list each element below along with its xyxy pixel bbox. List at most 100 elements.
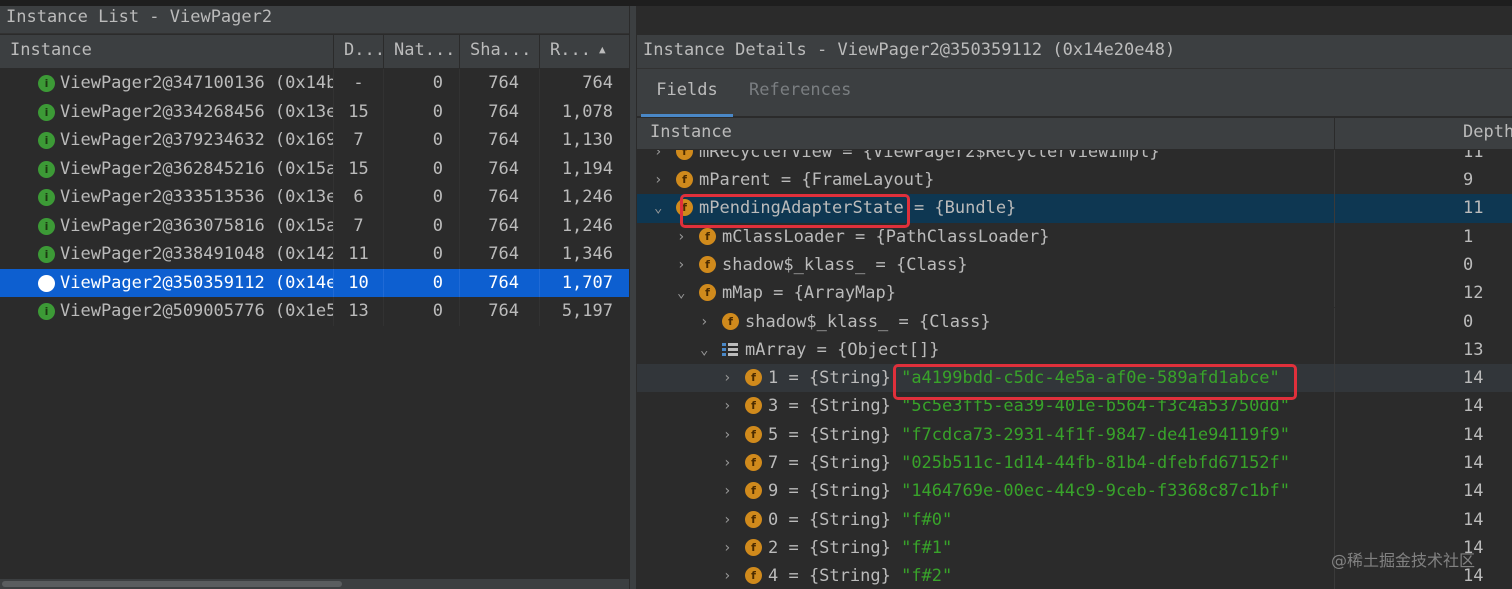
field-label: 2 = {String} <box>768 537 891 558</box>
chevron-down-icon[interactable]: ⌄ <box>700 336 708 364</box>
tree-row[interactable]: › f mRecyclerView = {ViewPager2$RecyclerVi… <box>637 150 1512 167</box>
instance-cell: i ViewPager2@350359112 (0x14e <box>0 268 334 297</box>
table-row[interactable]: i ViewPager2@334268456 (0x13e 15 0 764 1,078 <box>0 97 629 126</box>
table-row[interactable]: i ViewPager2@347100136 (0x14b -0 764 764 <box>0 69 629 98</box>
instance-cell: i ViewPager2@379234632 (0x169 <box>0 126 334 155</box>
depth-value: 0 <box>1463 311 1474 332</box>
table-row[interactable]: i ViewPager2@350359112 (0x14e 10 0 764 1,707 <box>0 268 629 297</box>
chevron-right-icon[interactable]: › <box>723 364 731 392</box>
depth-value: 14 <box>1463 424 1484 445</box>
column-native-size[interactable]: Nat... <box>384 35 460 69</box>
watermark: @稀土掘金技术社区 <box>1331 551 1476 570</box>
instance-name: ViewPager2@350359112 (0x14e <box>60 272 334 293</box>
tree-row[interactable]: ⌄ mArray = {Object[]} 13 <box>637 335 1512 365</box>
tab-references[interactable]: References <box>749 69 853 117</box>
tree-row[interactable]: › f shadow$_klass_ = {Class} 0 <box>637 250 1512 280</box>
column-separator <box>1334 449 1335 478</box>
instance-icon: i <box>38 189 55 206</box>
tree-row[interactable]: › f 5 = {String} "f7cdca73-2931-4f1f-9847-… <box>637 420 1512 449</box>
depth-cell: - <box>334 69 384 98</box>
tree-row[interactable]: › f shadow$_klass_ = {Class} 0 <box>637 307 1512 336</box>
chevron-right-icon[interactable]: › <box>654 150 662 166</box>
field-text: 2 = {String} "f#1" <box>768 534 952 562</box>
field-label: 1 = {String} <box>768 368 891 389</box>
field-label: 4 = {String} <box>768 566 891 587</box>
field-text: mRecyclerView = {ViewPager2$RecyclerView… <box>699 150 1160 166</box>
table-row[interactable]: i ViewPager2@333513536 (0x13e 6 0 764 1,246 <box>0 183 629 212</box>
instance-name: ViewPager2@379234632 (0x169 <box>60 130 334 150</box>
chevron-right-icon[interactable]: › <box>723 392 731 420</box>
horizontal-scrollbar[interactable] <box>0 579 629 589</box>
column-instance[interactable]: Instance <box>650 118 732 146</box>
chevron-right-icon[interactable]: › <box>677 251 685 279</box>
details-tabs: Fields References <box>637 69 1512 117</box>
field-icon: f <box>745 538 762 556</box>
tree-row[interactable]: ⌄ f mMap = {ArrayMap} 12 <box>637 279 1512 308</box>
column-retained-size[interactable]: R... ▲ <box>540 35 629 69</box>
field-icon: f <box>745 369 762 387</box>
tree-row[interactable]: › f 7 = {String} "025b511c-1d14-44fb-81b4-… <box>637 449 1512 478</box>
chevron-right-icon[interactable]: › <box>723 506 731 534</box>
chevron-right-icon[interactable]: › <box>700 308 708 336</box>
scrollbar-thumb[interactable] <box>2 581 342 587</box>
chevron-down-icon[interactable]: ⌄ <box>654 194 662 222</box>
shallow-size-cell: 764 <box>460 97 540 126</box>
table-row[interactable]: i ViewPager2@509005776 (0x1e5 13 0 764 5,197 <box>0 297 629 326</box>
depth-value: 14 <box>1463 509 1484 530</box>
table-row[interactable]: i ViewPager2@362845216 (0x15a 15 0 764 1,194 <box>0 154 629 183</box>
column-separator <box>1334 392 1335 421</box>
field-icon: f <box>699 284 716 302</box>
chevron-right-icon[interactable]: › <box>723 477 731 505</box>
instance-icon: i <box>38 246 55 263</box>
instance-icon: i <box>38 274 55 292</box>
field-icon: f <box>699 227 716 245</box>
panel-splitter[interactable] <box>629 6 637 589</box>
field-label: 5 = {String} <box>768 424 891 445</box>
depth-value: 14 <box>1463 396 1484 417</box>
column-depth[interactable]: D... <box>334 35 384 69</box>
field-label: mParent = {FrameLayout} <box>699 170 935 190</box>
instance-details-panel: Instance Details - ViewPager2@350359112 … <box>637 6 1512 589</box>
column-shallow-size[interactable]: Sha... <box>460 35 540 69</box>
tree-row[interactable]: › f 0 = {String} "f#0" 14 <box>637 505 1512 534</box>
instance-name: ViewPager2@338491048 (0x142 <box>60 244 334 264</box>
instance-cell: i ViewPager2@363075816 (0x15a <box>0 211 334 240</box>
retained-size-cell: 1,346 <box>561 244 613 264</box>
native-size-cell: 0 <box>384 268 460 297</box>
tab-fields[interactable]: Fields <box>641 69 733 117</box>
tree-row[interactable]: › f 9 = {String} "1464769e-00ec-44c9-9ceb-… <box>637 477 1512 506</box>
field-text: 4 = {String} "f#2" <box>768 562 952 589</box>
string-value: "f7cdca73-2931-4f1f-9847-de41e94119f9" <box>901 424 1291 445</box>
depth-value: 14 <box>1463 453 1484 473</box>
chevron-right-icon[interactable]: › <box>723 534 731 562</box>
field-icon: f <box>722 312 739 330</box>
instance-list-title: Instance List - ViewPager2 <box>0 6 629 34</box>
depth-value: 1 <box>1463 226 1474 247</box>
chevron-down-icon[interactable]: ⌄ <box>677 279 685 307</box>
chevron-right-icon[interactable]: › <box>654 166 662 194</box>
field-text: mArray = {Object[]} <box>745 336 939 364</box>
column-separator <box>1334 477 1335 506</box>
table-row[interactable]: i ViewPager2@363075816 (0x15a 7 0 764 1,246 <box>0 211 629 240</box>
native-size-cell: 0 <box>384 69 460 98</box>
tree-row[interactable]: › f mParent = {FrameLayout} 9 <box>637 166 1512 195</box>
column-instance[interactable]: Instance <box>0 35 334 69</box>
chevron-right-icon[interactable]: › <box>723 449 731 477</box>
instance-cell: i ViewPager2@347100136 (0x14b <box>0 69 334 98</box>
column-separator <box>1334 150 1335 167</box>
field-icon: f <box>745 425 762 443</box>
table-row[interactable]: i ViewPager2@379234632 (0x169 7 0 764 1,130 <box>0 126 629 155</box>
native-size-cell: 0 <box>384 297 460 326</box>
field-label: shadow$_klass_ = {Class} <box>722 254 968 275</box>
chevron-right-icon[interactable]: › <box>723 562 731 589</box>
shallow-size-cell: 764 <box>460 154 540 183</box>
field-text: 7 = {String} "025b511c-1d14-44fb-81b4-df… <box>768 449 1290 477</box>
instance-icon: i <box>38 303 55 320</box>
table-row[interactable]: i ViewPager2@338491048 (0x142 11 0 764 1,346 <box>0 240 629 269</box>
chevron-right-icon[interactable]: › <box>723 421 731 449</box>
depth-value: 11 <box>1463 198 1484 219</box>
retained-size-cell: 764 <box>582 73 613 93</box>
depth-cell: 6 <box>334 183 384 212</box>
field-icon: f <box>699 255 716 273</box>
column-depth[interactable]: Depth <box>1463 118 1512 146</box>
